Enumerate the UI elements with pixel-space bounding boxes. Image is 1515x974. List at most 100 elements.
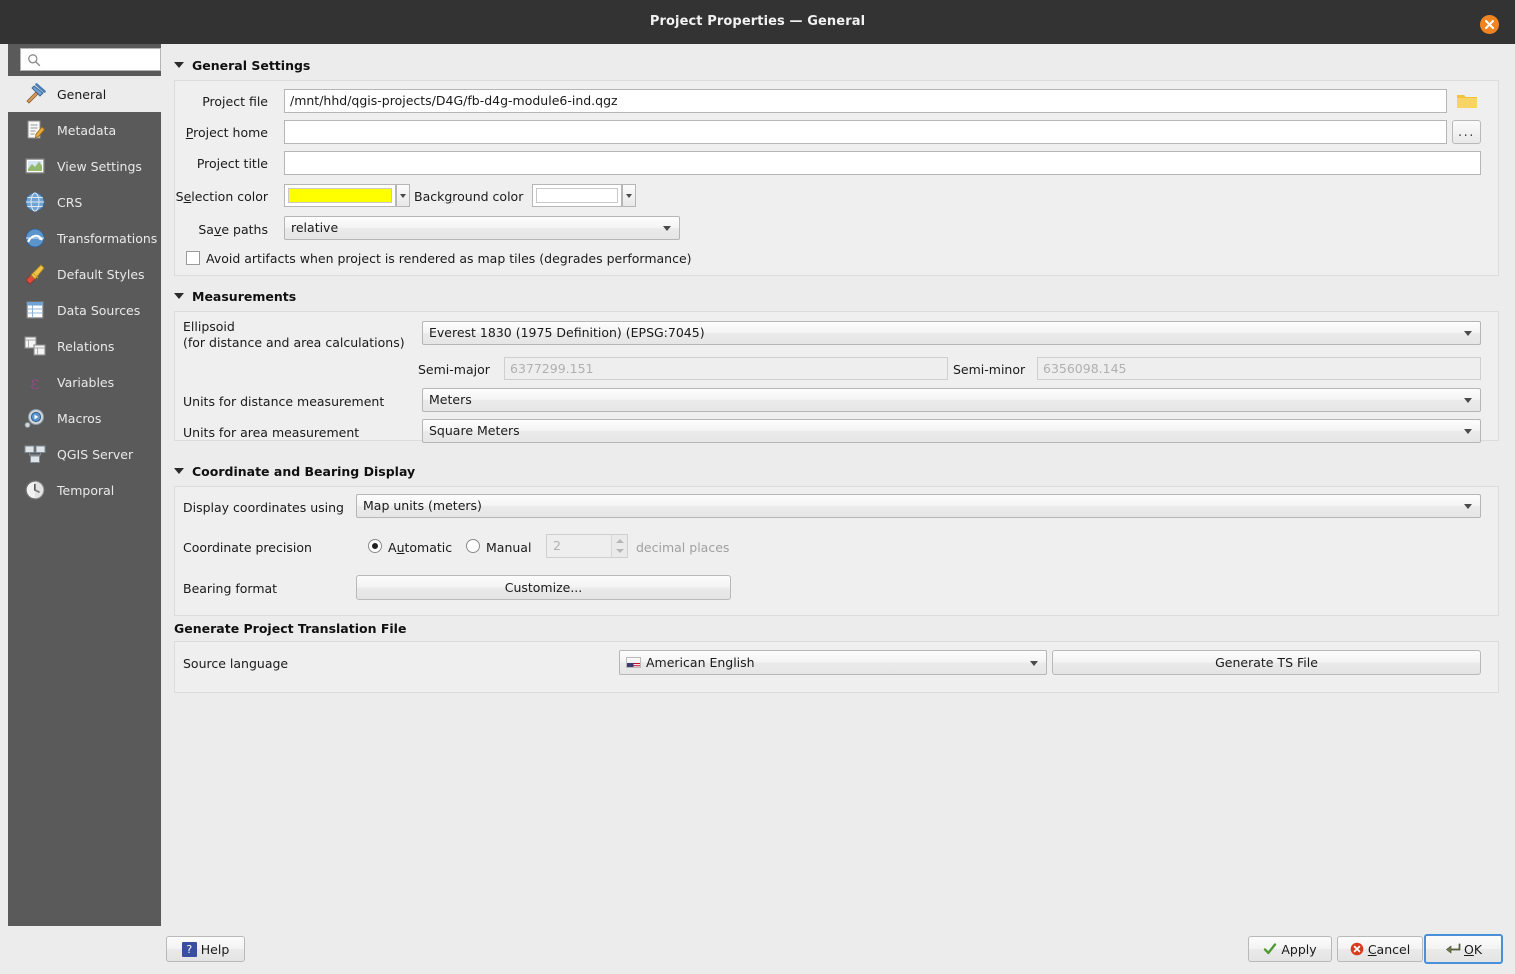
ellipsoid-label-line1: Ellipsoid [183, 319, 235, 334]
sidebar-item-crs[interactable]: CRS [8, 184, 161, 220]
sidebar-nav: General Metadata View Settings CRS Trans… [8, 76, 161, 508]
sidebar-item-label: CRS [57, 194, 83, 210]
clock-icon [22, 477, 48, 503]
coordinate-precision-manual-label: Manual [486, 540, 532, 555]
semi-minor-input[interactable]: 6356098.145 [1037, 357, 1481, 380]
display-coordinates-combo[interactable]: Map units (meters) [356, 494, 1481, 518]
coordinate-precision-automatic-radio[interactable] [368, 539, 382, 553]
sidebar-item-label: QGIS Server [57, 446, 134, 462]
chevron-down-icon [1464, 331, 1472, 336]
section-header-general-settings[interactable]: General Settings [174, 58, 310, 73]
ellipsoid-combo[interactable]: Everest 1830 (1975 Definition) (EPSG:704… [422, 321, 1481, 345]
apply-button[interactable]: Apply [1248, 936, 1332, 962]
ok-button[interactable]: OK [1424, 934, 1503, 964]
decimal-places-spinbox[interactable]: 2 [546, 534, 628, 558]
us-flag-icon [626, 657, 641, 668]
selection-color-button[interactable] [284, 184, 396, 207]
sidebar-item-label: Data Sources [57, 302, 141, 318]
semi-major-label: Semi-major [418, 362, 490, 377]
spin-arrows-icon[interactable] [611, 535, 627, 557]
sidebar-item-view-settings[interactable]: View Settings [8, 148, 161, 184]
sidebar: General Metadata View Settings CRS Trans… [8, 44, 171, 926]
help-icon: ? [181, 941, 197, 957]
settings-content: General Settings Project file /mnt/hhd/q… [166, 44, 1507, 926]
collapse-triangle-icon [174, 468, 184, 474]
chevron-down-icon [1464, 504, 1472, 509]
bearing-format-customize-button[interactable]: Customize... [356, 575, 731, 600]
sidebar-item-temporal[interactable]: Temporal [8, 472, 161, 508]
avoid-artifacts-label: Avoid artifacts when project is rendered… [206, 251, 692, 266]
distance-units-combo[interactable]: Meters [422, 388, 1481, 412]
project-title-label: Project title [196, 156, 268, 171]
project-home-browse-button[interactable]: ... [1452, 120, 1481, 144]
cancel-label: Cancel [1367, 941, 1411, 957]
sidebar-item-label: General [57, 86, 107, 102]
paintbrush-icon [22, 261, 48, 287]
sidebar-item-metadata[interactable]: Metadata [8, 112, 161, 148]
project-file-input[interactable]: /mnt/hhd/qgis-projects/D4G/fb-d4g-module… [284, 89, 1447, 113]
semi-major-input[interactable]: 6377299.151 [504, 357, 948, 380]
section-header-coordinate-display[interactable]: Coordinate and Bearing Display [174, 464, 415, 479]
sidebar-item-label: Temporal [57, 482, 115, 498]
source-language-combo[interactable]: American English [619, 650, 1047, 675]
coordinate-precision-manual-radio[interactable] [466, 539, 480, 553]
window-title: Project Properties — General [649, 14, 866, 29]
decimal-places-suffix-label: decimal places [636, 540, 730, 555]
display-coordinates-label: Display coordinates using [183, 500, 344, 515]
map-view-icon [22, 153, 48, 179]
sidebar-item-general[interactable]: General [8, 76, 161, 112]
sidebar-item-relations[interactable]: Relations [8, 328, 161, 364]
coordinate-precision-label: Coordinate precision [183, 540, 312, 555]
relations-icon [22, 333, 48, 359]
save-paths-combo[interactable]: relative [284, 216, 680, 240]
sidebar-item-transformations[interactable]: Transformations [8, 220, 161, 256]
sidebar-item-variables[interactable]: ε Variables [8, 364, 161, 400]
sidebar-item-macros[interactable]: Macros [8, 400, 161, 436]
distance-units-label: Units for distance measurement [183, 394, 385, 409]
collapse-triangle-icon [174, 62, 184, 68]
titlebar: Project Properties — General [0, 0, 1515, 44]
project-home-label: Project home [185, 125, 268, 140]
selection-color-dropdown[interactable] [396, 184, 410, 207]
globe-icon [22, 189, 48, 215]
search-box[interactable] [20, 48, 161, 72]
help-button[interactable]: ? Help [166, 936, 245, 962]
semi-minor-label: Semi-minor [953, 362, 1026, 377]
chevron-down-icon [663, 226, 671, 231]
project-title-input[interactable] [284, 151, 1481, 175]
selection-color-swatch [288, 188, 392, 203]
background-color-swatch [536, 188, 618, 203]
project-home-input[interactable] [284, 120, 1447, 144]
collapse-triangle-icon [174, 293, 184, 299]
footer-left [8, 926, 166, 974]
sidebar-item-label: View Settings [57, 158, 142, 174]
bearing-format-label: Bearing format [183, 581, 278, 596]
generate-ts-file-button[interactable]: Generate TS File [1052, 650, 1481, 675]
sidebar-item-label: Variables [57, 374, 115, 390]
sidebar-item-label: Macros [57, 410, 102, 426]
search-input[interactable] [45, 49, 159, 72]
section-header-measurements[interactable]: Measurements [174, 289, 296, 304]
globe-arrow-icon [22, 225, 48, 251]
sidebar-item-label: Default Styles [57, 266, 145, 282]
sidebar-item-data-sources[interactable]: Data Sources [8, 292, 161, 328]
chevron-down-icon [1464, 398, 1472, 403]
close-icon[interactable] [1480, 15, 1499, 34]
table-icon [22, 297, 48, 323]
ellipsoid-label-line2: (for distance and area calculations) [183, 335, 405, 350]
sidebar-item-label: Metadata [57, 122, 117, 138]
gear-play-icon [22, 405, 48, 431]
check-icon [1263, 942, 1277, 956]
folder-icon[interactable] [1454, 89, 1480, 113]
sidebar-item-default-styles[interactable]: Default Styles [8, 256, 161, 292]
background-color-button[interactable] [532, 184, 622, 207]
avoid-artifacts-checkbox[interactable] [186, 251, 200, 265]
cancel-icon [1350, 942, 1364, 956]
sidebar-item-qgis-server[interactable]: QGIS Server [8, 436, 161, 472]
project-file-label: Project file [202, 94, 268, 109]
area-units-combo[interactable]: Square Meters [422, 419, 1481, 443]
coordinate-precision-automatic-label: Automatic [388, 540, 453, 555]
background-color-dropdown[interactable] [622, 184, 636, 207]
cancel-button[interactable]: Cancel [1337, 936, 1423, 962]
server-icon [22, 441, 48, 467]
